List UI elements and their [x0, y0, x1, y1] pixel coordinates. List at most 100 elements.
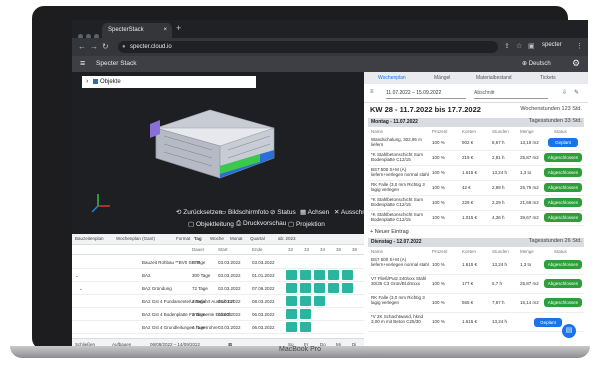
language-selector[interactable]: ⊕ Deutsch	[522, 60, 551, 67]
gantt-bar[interactable]	[286, 270, 297, 280]
gantt-bar[interactable]	[300, 270, 311, 280]
table-row[interactable]: *V 2K Schachtwand, hknd 3,00 m mit Beton…	[368, 313, 584, 332]
section-select-placeholder: Abschnitt	[474, 90, 495, 96]
table-row[interactable]: V7 Fließ/Putz 240/xxx Stahl 30/35 C3 Grü…	[368, 275, 584, 294]
axes-gizmo[interactable]	[90, 192, 112, 214]
table-row[interactable]: BS7 500 S+M (A) liefern+verlegen normal …	[368, 256, 584, 275]
expand-chevron-icon[interactable]: ⌄	[79, 286, 83, 292]
chat-fab-icon[interactable]: ▤	[562, 324, 576, 338]
gantt-bar[interactable]	[328, 283, 339, 293]
gantt-bar[interactable]	[286, 296, 297, 306]
new-entry-button[interactable]: + Neuer Eintrag	[370, 229, 409, 235]
gantt-bar[interactable]	[314, 283, 325, 293]
export-icon[interactable]: ⇩	[562, 89, 567, 96]
profile-name[interactable]: specter	[542, 42, 562, 48]
day-tab[interactable]: Tag	[194, 236, 202, 241]
address-bar[interactable]: ● specter.cloud.io	[118, 41, 498, 53]
screenshot-button[interactable]: ▭ Bildschirmfoto	[220, 208, 269, 216]
row-cost: 565 €	[462, 300, 474, 305]
gantt-bar[interactable]	[342, 283, 353, 293]
gantt-bar[interactable]	[300, 322, 311, 332]
gantt-row[interactable]: Bauzeit Rohbau **BV0 SHI P 0 Tage 03.03.…	[72, 256, 364, 269]
new-tab-icon[interactable]: +	[176, 23, 181, 33]
week-33: 33	[304, 247, 310, 252]
row-cost: 219 €	[462, 155, 474, 160]
close-tab-icon[interactable]: ×	[163, 23, 167, 38]
gantt-row[interactable]: BA2 Gst 4 Fundamente/Unterfahrt Aushub G…	[72, 295, 364, 308]
axes-button[interactable]: ▦ Achsen	[300, 208, 329, 216]
gantt-bar[interactable]	[342, 270, 353, 280]
gantt-bar[interactable]	[300, 296, 311, 306]
share-icon[interactable]: ⇪	[504, 42, 510, 50]
quarter-tab[interactable]: Quartal	[250, 236, 265, 241]
objects-checkbox[interactable]	[93, 79, 98, 84]
reset-button[interactable]: ⟲ Zurücksetzen	[176, 208, 222, 216]
more-icon[interactable]: ⋮	[576, 42, 583, 50]
date-range-input[interactable]: 11.07.2022 – 15.09.2022	[386, 88, 466, 99]
work-plan-toggle[interactable]: Wochenplan (Gant)	[116, 236, 155, 241]
tab-maengel[interactable]: Mängel	[434, 75, 450, 81]
gantt-bar[interactable]	[314, 270, 325, 280]
status-button[interactable]: Geplant	[534, 318, 562, 327]
status-button[interactable]: Abgeschlossen	[544, 183, 582, 192]
week-tab[interactable]: Woche	[210, 236, 224, 241]
hamburger-menu-icon[interactable]: ≡	[80, 58, 85, 68]
extensions-icon[interactable]: ▣	[528, 42, 535, 50]
object-mgmt-button[interactable]: ▢ Objektleitung	[188, 220, 234, 228]
projection-button[interactable]: ▢ Projektion	[288, 220, 325, 228]
status-button[interactable]: Abgeschlossen	[544, 213, 582, 222]
day-label: Dienstag - 12.07.2022	[371, 239, 422, 245]
gantt-bar[interactable]	[286, 322, 297, 332]
table-row[interactable]: *K Stahlbetonschicht Sum Bodenplatte C12…	[368, 211, 584, 226]
table-row[interactable]: BS7 500 S+M (A) liefern+verlegen normal …	[368, 166, 584, 181]
gantt-bar[interactable]	[314, 296, 325, 306]
back-icon[interactable]: ←	[78, 42, 86, 51]
gantt-bar[interactable]	[300, 309, 311, 319]
table-row[interactable]: Wandschalung, 302,95 m liefern 100 % 902…	[368, 136, 584, 151]
month-tab[interactable]: Monat	[230, 236, 243, 241]
status-button[interactable]: Abgeschlossen	[544, 298, 582, 307]
status-button[interactable]: Abgeschlossen	[544, 279, 582, 288]
building-model[interactable]	[150, 106, 290, 186]
settings-gear-icon[interactable]: ⚙	[572, 58, 580, 69]
construction-plan-tab[interactable]: Bauzeitenplan	[75, 236, 104, 241]
gantt-bar[interactable]	[286, 283, 297, 293]
tab-wochenplan[interactable]: Wochenplan	[378, 75, 406, 81]
status-button[interactable]: Abgeschlossen	[544, 168, 582, 177]
status-button[interactable]: Geplant	[548, 138, 578, 147]
browser-tab[interactable]: SpecterStack ×	[102, 23, 172, 38]
print-preview-button[interactable]: ⎙ Druckvorschau	[236, 220, 286, 228]
filter-icon[interactable]: ≡	[370, 89, 374, 95]
task-duration: 4 Tage	[192, 299, 206, 304]
chevron-right-icon[interactable]: ›	[86, 76, 88, 88]
gantt-row[interactable]: BA2 Gst 4 Bodenplatte Fundamente Erdarch…	[72, 308, 364, 321]
status-button[interactable]: Abgeschlossen	[544, 260, 582, 269]
3d-viewer[interactable]: › Objekte ⟲ Zurücksetzen ▭ Bildschirmfot…	[72, 72, 382, 234]
status-button[interactable]: Abgeschlossen	[544, 153, 582, 162]
gantt-bar[interactable]	[286, 309, 297, 319]
reload-icon[interactable]: ↻	[102, 42, 109, 51]
forward-icon[interactable]: →	[90, 42, 98, 51]
gantt-row[interactable]: ⌄ BA2 300 Tage 03.03.2022 01.01.2023	[72, 269, 364, 282]
status-button[interactable]: ⊘ Status	[270, 208, 296, 216]
gantt-bar[interactable]	[300, 283, 311, 293]
bookmark-icon[interactable]: ☆	[516, 42, 522, 50]
row-percent: 100 %	[432, 300, 445, 305]
table-row[interactable]: RK Falle (3,0 mm Richtig 3 lagig verlege…	[368, 294, 584, 313]
gantt-row[interactable]: BA2 Gst 4 Grundleitungen / Leerrohre 4 T…	[72, 321, 364, 334]
gantt-bar[interactable]	[328, 270, 339, 280]
edit-icon[interactable]: ✎	[574, 89, 579, 96]
status-button[interactable]: Abgeschlossen	[544, 198, 582, 207]
table-row[interactable]: *K Stahlbetonschicht Sum Bodenplatte C12…	[368, 151, 584, 166]
tab-materialbestand[interactable]: Materialbestand	[476, 75, 512, 81]
from-label: ab: 2023	[278, 236, 296, 241]
table-row[interactable]: RK Falle (3,0 mm Richtig 3 lagig verlege…	[368, 181, 584, 196]
col-end: Ende	[252, 247, 263, 252]
objects-panel[interactable]: › Objekte	[82, 76, 256, 88]
tab-tickets[interactable]: Tickets	[540, 75, 556, 81]
gantt-row[interactable]: ⌄ BA2 Gründung 72 Tage 03.03.2022 07.06.…	[72, 282, 364, 295]
panel-tabs: Wochenplan Mängel Materialbestand Ticket…	[364, 72, 588, 84]
table-row[interactable]: *K Stahlbetonschicht Sum Bodenplatte C12…	[368, 196, 584, 211]
section-select[interactable]: Abschnitt	[474, 88, 548, 99]
expand-chevron-icon[interactable]: ⌄	[75, 273, 79, 279]
